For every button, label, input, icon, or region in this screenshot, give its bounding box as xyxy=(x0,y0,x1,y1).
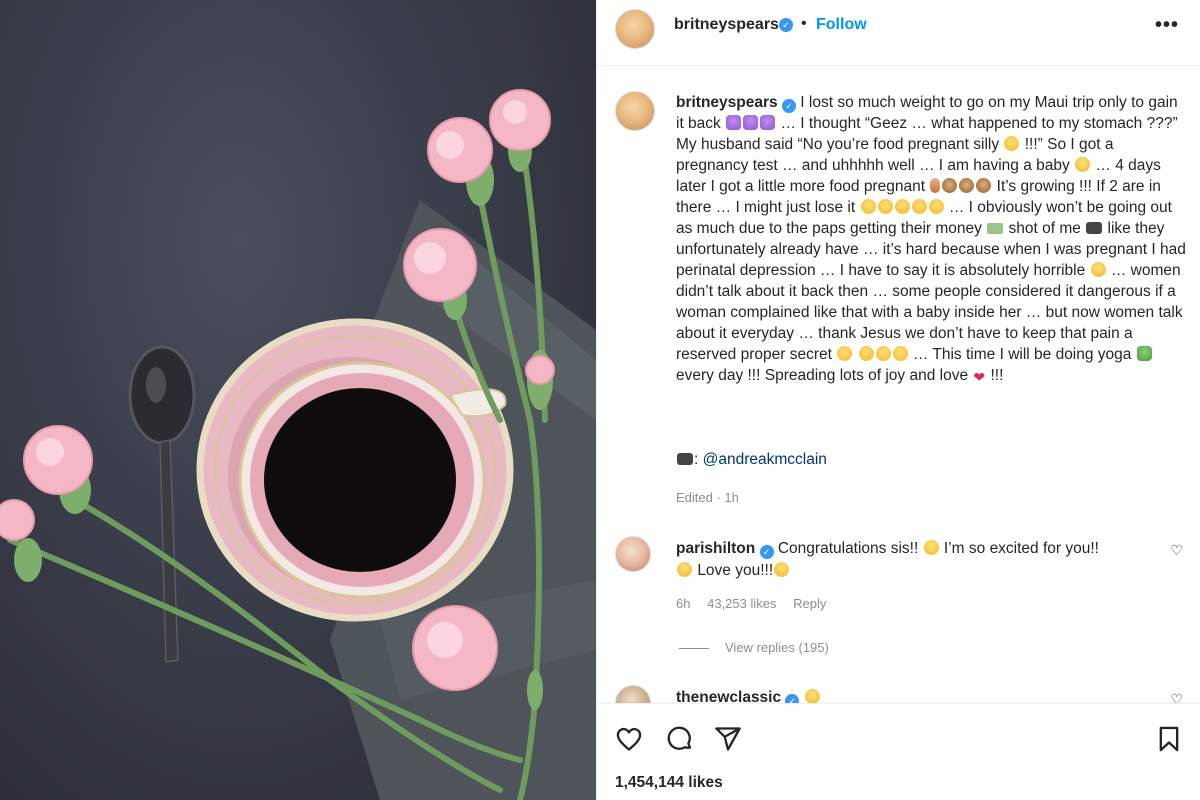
grimacing-face-emoji-icon xyxy=(894,199,910,214)
grimacing-face-emoji-icon xyxy=(911,199,927,214)
pregnant-woman-emoji-icon xyxy=(930,178,941,193)
comment-meta: 6h 43,253 likes Reply xyxy=(676,596,839,611)
winking-tongue-emoji-icon xyxy=(1004,136,1020,151)
grimacing-face-emoji-icon xyxy=(860,199,876,214)
comment-segment: Love you!!! xyxy=(697,562,774,579)
follow-button[interactable]: Follow xyxy=(816,16,867,34)
caption-segment: every day !!! Spreading lots of joy and … xyxy=(676,367,969,384)
commenter-avatar[interactable] xyxy=(615,685,651,703)
money-emoji-icon xyxy=(987,223,1004,234)
verified-badge-icon: ✓ xyxy=(781,99,796,113)
see-no-evil-monkey-emoji-icon xyxy=(942,178,958,193)
see-no-evil-monkey-emoji-icon xyxy=(976,178,992,193)
view-replies-label: View replies (195) xyxy=(725,640,829,655)
camera-emoji-icon xyxy=(1086,222,1103,234)
credit-handle-link[interactable]: @andreakmcclain xyxy=(703,451,827,468)
grimacing-face-emoji-icon xyxy=(858,346,874,361)
comment-text: thenewclassic ✓ xyxy=(676,687,1156,703)
commenter-avatar[interactable] xyxy=(615,536,651,572)
red-heart-emoji-icon: ❤ xyxy=(973,369,986,385)
heart-outline-icon[interactable] xyxy=(615,725,643,753)
caption-username[interactable]: britneyspears xyxy=(676,94,778,111)
caption-segment: !!! xyxy=(990,367,1004,384)
credit-separator: : xyxy=(694,451,699,468)
woman-shrugging-emoji-icon xyxy=(760,115,776,130)
verified-badge-icon: ✓ xyxy=(779,18,793,32)
photo-artwork xyxy=(0,89,596,800)
woman-shrugging-emoji-icon xyxy=(743,115,759,130)
post-detail-panel: britneyspears ✓ • Follow ••• britneyspea… xyxy=(596,0,1200,800)
comment-bubble-icon[interactable] xyxy=(666,725,694,753)
verified-badge-icon: ✓ xyxy=(759,545,774,559)
comment-text: parishilton ✓ Congratulations sis!! I’m … xyxy=(676,538,1156,582)
disappointed-face-emoji-icon xyxy=(1090,262,1106,277)
comment-segment: Congratulations sis!! xyxy=(777,540,919,557)
see-no-evil-monkey-emoji-icon xyxy=(959,178,975,193)
grimacing-face-emoji-icon xyxy=(892,346,908,361)
comment-like-icon[interactable]: ♡ xyxy=(1170,542,1183,559)
caption-text: britneyspears ✓ I lost so much weight to… xyxy=(676,92,1188,388)
header-separator: • xyxy=(801,15,807,32)
comment-like-icon[interactable]: ♡ xyxy=(1170,691,1183,703)
caption-timestamp: Edited · 1h xyxy=(676,490,739,505)
verified-badge-icon: ✓ xyxy=(785,694,800,703)
astonished-face-emoji-icon xyxy=(837,346,853,361)
author-avatar[interactable] xyxy=(615,9,655,49)
post-actions-bar: 1,454,144 likes xyxy=(597,703,1200,800)
comment-segment: I’m so excited for you!! xyxy=(943,540,1099,557)
comments-section[interactable]: britneyspears ✓ I lost so much weight to… xyxy=(597,67,1200,703)
grimacing-face-emoji-icon xyxy=(928,199,944,214)
more-options-icon[interactable]: ••• xyxy=(1155,14,1179,37)
photo-credit: : @andreakmcclain xyxy=(676,451,827,469)
replies-divider xyxy=(679,648,709,650)
caption-segment: shot of me xyxy=(1008,220,1081,237)
yoga-emoji-icon xyxy=(1136,346,1152,361)
reply-button[interactable]: Reply xyxy=(793,596,826,611)
smiling-face-emoji-icon xyxy=(923,540,939,555)
comment-likes-count[interactable]: 43,253 likes xyxy=(707,596,776,611)
bookmark-icon[interactable] xyxy=(1155,725,1183,753)
comment-time: 6h xyxy=(676,596,691,611)
woman-shrugging-emoji-icon xyxy=(726,115,742,130)
caption-author-avatar[interactable] xyxy=(615,91,655,131)
baby-emoji-icon xyxy=(1075,157,1091,172)
heart-eyes-emoji-icon xyxy=(677,562,692,577)
commenter-username[interactable]: parishilton xyxy=(676,540,755,557)
post-header: britneyspears ✓ • Follow ••• xyxy=(597,0,1200,66)
heart-eyes-emoji-icon xyxy=(774,562,790,577)
paper-plane-icon[interactable] xyxy=(714,725,742,753)
caption-segment: … This time I will be doing yoga xyxy=(912,346,1132,363)
grimacing-face-emoji-icon xyxy=(875,346,891,361)
commenter-username[interactable]: thenewclassic xyxy=(676,689,781,703)
view-replies-button[interactable]: View replies (195) xyxy=(679,640,829,655)
grimacing-face-emoji-icon xyxy=(877,199,893,214)
likes-count[interactable]: 1,454,144 likes xyxy=(615,774,723,792)
post-photo[interactable] xyxy=(0,0,596,800)
camera-emoji-icon xyxy=(677,453,693,465)
author-username[interactable]: britneyspears xyxy=(674,16,779,34)
smiling-face-emoji-icon xyxy=(804,689,820,703)
